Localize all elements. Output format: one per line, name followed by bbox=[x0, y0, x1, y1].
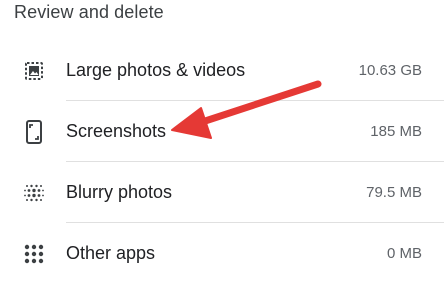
list-item-size: 185 MB bbox=[370, 123, 422, 140]
list-item-screenshots[interactable]: Screenshots 185 MB bbox=[0, 101, 444, 162]
list-item-size: 10.63 GB bbox=[358, 62, 422, 79]
review-delete-list: Large photos & videos 10.63 GB Screensho… bbox=[0, 40, 444, 284]
list-item-blurry-photos[interactable]: Blurry photos 79.5 MB bbox=[0, 162, 444, 223]
list-item-size: 79.5 MB bbox=[366, 184, 422, 201]
list-item-other-apps[interactable]: Other apps 0 MB bbox=[0, 223, 444, 284]
screenshot-phone-icon bbox=[22, 119, 46, 144]
list-item-size: 0 MB bbox=[386, 245, 422, 262]
photo-library-icon bbox=[22, 59, 46, 83]
list-item-large-photos-videos[interactable]: Large photos & videos 10.63 GB bbox=[0, 40, 444, 101]
blur-icon bbox=[22, 181, 46, 205]
list-item-label: Large photos & videos bbox=[66, 60, 246, 80]
list-item-label: Blurry photos bbox=[66, 182, 173, 202]
apps-grid-icon bbox=[22, 242, 46, 266]
section-title: Review and delete bbox=[14, 2, 164, 22]
list-item-label: Other apps bbox=[66, 243, 156, 263]
list-item-label: Screenshots bbox=[66, 121, 167, 141]
